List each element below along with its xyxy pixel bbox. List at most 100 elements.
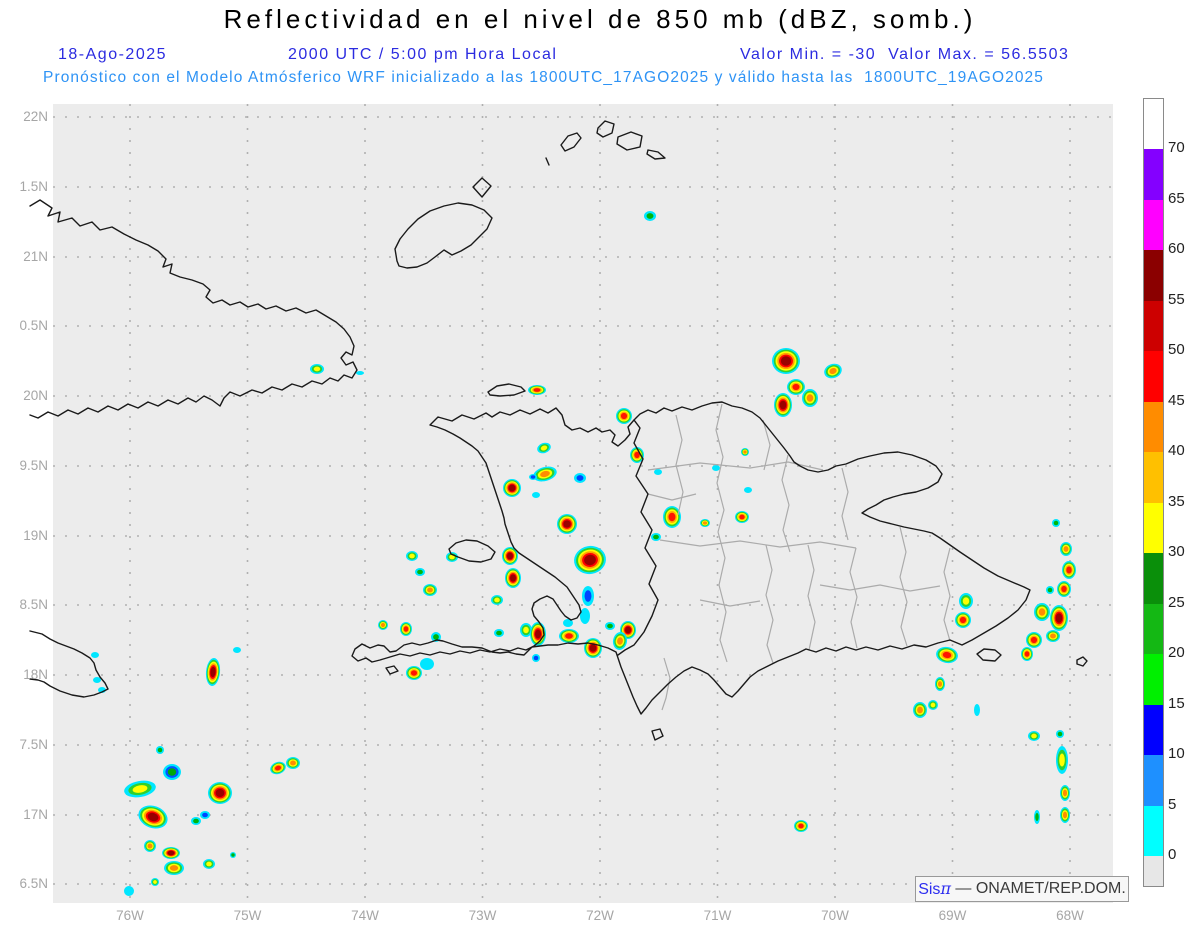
colorbar-segment: [1144, 401, 1163, 452]
storm-cell: [310, 364, 324, 374]
lat-tick-label: 17N: [23, 807, 48, 822]
storm-cell: [205, 658, 221, 686]
admin-boundary-path: [819, 584, 941, 592]
colorbar-segment: [1144, 250, 1163, 301]
colorbar-segment: [1144, 704, 1163, 755]
storm-cell: [532, 654, 540, 662]
storm-cell: [741, 448, 749, 456]
colorbar-segment: [1144, 199, 1163, 250]
storm-cell: [913, 702, 927, 718]
admin-boundary-path: [647, 493, 697, 501]
storm-cell: [491, 595, 503, 605]
lon-tick-label: 75W: [233, 908, 262, 923]
coastline-path: [1076, 656, 1088, 667]
lat-tick-label: 21N: [23, 249, 48, 264]
lon-tick-label: 71W: [703, 908, 732, 923]
colorbar-tick: 25: [1168, 593, 1185, 611]
storm-cell: [1060, 807, 1070, 823]
storm-cell: [191, 817, 201, 825]
admin-boundary-path: [943, 547, 951, 642]
storm-cell: [1026, 632, 1042, 648]
storm-cell: [423, 584, 437, 596]
admin-boundary-path: [762, 419, 771, 471]
storm-cell: [270, 761, 286, 775]
lat-tick-label: 7.5N: [19, 737, 48, 752]
coastline-path: [651, 728, 664, 741]
storm-cell: [772, 348, 800, 374]
storm-cell: [156, 746, 164, 754]
coastline-path: [29, 630, 109, 698]
storm-cell: [203, 859, 215, 869]
storm-cell: [1046, 586, 1054, 594]
storm-cell: [164, 861, 184, 875]
coastline-path: [29, 199, 358, 419]
storm-cell: [802, 389, 818, 407]
grid-lines: [53, 104, 1113, 903]
colorbar-tick: 20: [1168, 644, 1185, 661]
colorbar-segment: [1144, 603, 1163, 654]
storm-cell: [1034, 603, 1050, 621]
storm-cell: [124, 886, 134, 896]
lon-tick-label: 74W: [351, 908, 379, 923]
storm-cell: [955, 612, 971, 628]
storm-cell: [151, 878, 159, 886]
colorbar-segment: [1144, 452, 1163, 503]
storm-cell: [654, 469, 662, 475]
storm-cell: [208, 782, 232, 804]
coastline-path: [976, 648, 1002, 662]
storm-cell: [529, 474, 537, 480]
colorbar-segment: [1144, 502, 1163, 553]
colorbar-tick: 10: [1168, 745, 1185, 762]
storm-cell: [446, 552, 458, 562]
storm-cell: [794, 820, 808, 832]
storm-cell: [503, 479, 521, 497]
colorbar-tick: 65: [1168, 189, 1185, 207]
storm-cell: [644, 211, 656, 221]
colorbar-tick: 35: [1168, 492, 1185, 510]
colorbar-segment: [1144, 99, 1163, 149]
storm-cell: [1021, 647, 1033, 661]
province-boundaries: [647, 403, 951, 711]
lat-tick-label: 1.5N: [19, 179, 48, 194]
storm-cell: [505, 568, 521, 588]
colorbar-tick: 30: [1168, 543, 1185, 560]
storm-cell: [420, 658, 434, 670]
colorbar-segment: [1144, 553, 1163, 604]
storm-cell: [163, 764, 181, 780]
colorbar-tick: 5: [1168, 795, 1177, 813]
storm-cell: [537, 442, 551, 454]
storm-cell: [616, 408, 632, 424]
storm-cell: [1028, 731, 1040, 741]
colorbar-tick: 15: [1168, 694, 1185, 712]
storm-cell: [584, 638, 602, 658]
lon-tick-label: 76W: [116, 908, 144, 923]
storm-cell: [230, 852, 236, 858]
storm-cell: [162, 847, 180, 859]
admin-boundary-path: [659, 539, 857, 549]
storm-cell: [557, 514, 577, 534]
lon-tick-label: 69W: [938, 908, 967, 923]
storm-cell: [1050, 605, 1068, 631]
coastline-path: [472, 177, 492, 198]
colorbar-tick: 70: [1168, 139, 1185, 156]
storm-cell: [91, 652, 99, 658]
colorbar-tick: 45: [1168, 391, 1185, 409]
coastlines: [29, 120, 1088, 741]
storm-cell: [144, 840, 156, 852]
storm-cell: [233, 647, 241, 653]
admin-boundary-path: [899, 526, 908, 647]
storm-cell: [356, 371, 364, 375]
storm-cell: [378, 620, 388, 630]
colorbar-segment: [1144, 654, 1163, 705]
colorbar-segment: [1144, 149, 1163, 200]
storm-cell: [936, 646, 958, 664]
storm-cell: [559, 629, 579, 643]
storm-cell: [712, 465, 720, 471]
lat-tick-label: 19N: [23, 528, 48, 543]
storm-cell: [574, 473, 586, 483]
storm-cell: [528, 385, 546, 395]
colorbar-tick: 50: [1168, 341, 1185, 358]
storm-cell: [787, 379, 805, 395]
storm-cell: [93, 677, 101, 683]
storm-cell: [532, 492, 540, 498]
